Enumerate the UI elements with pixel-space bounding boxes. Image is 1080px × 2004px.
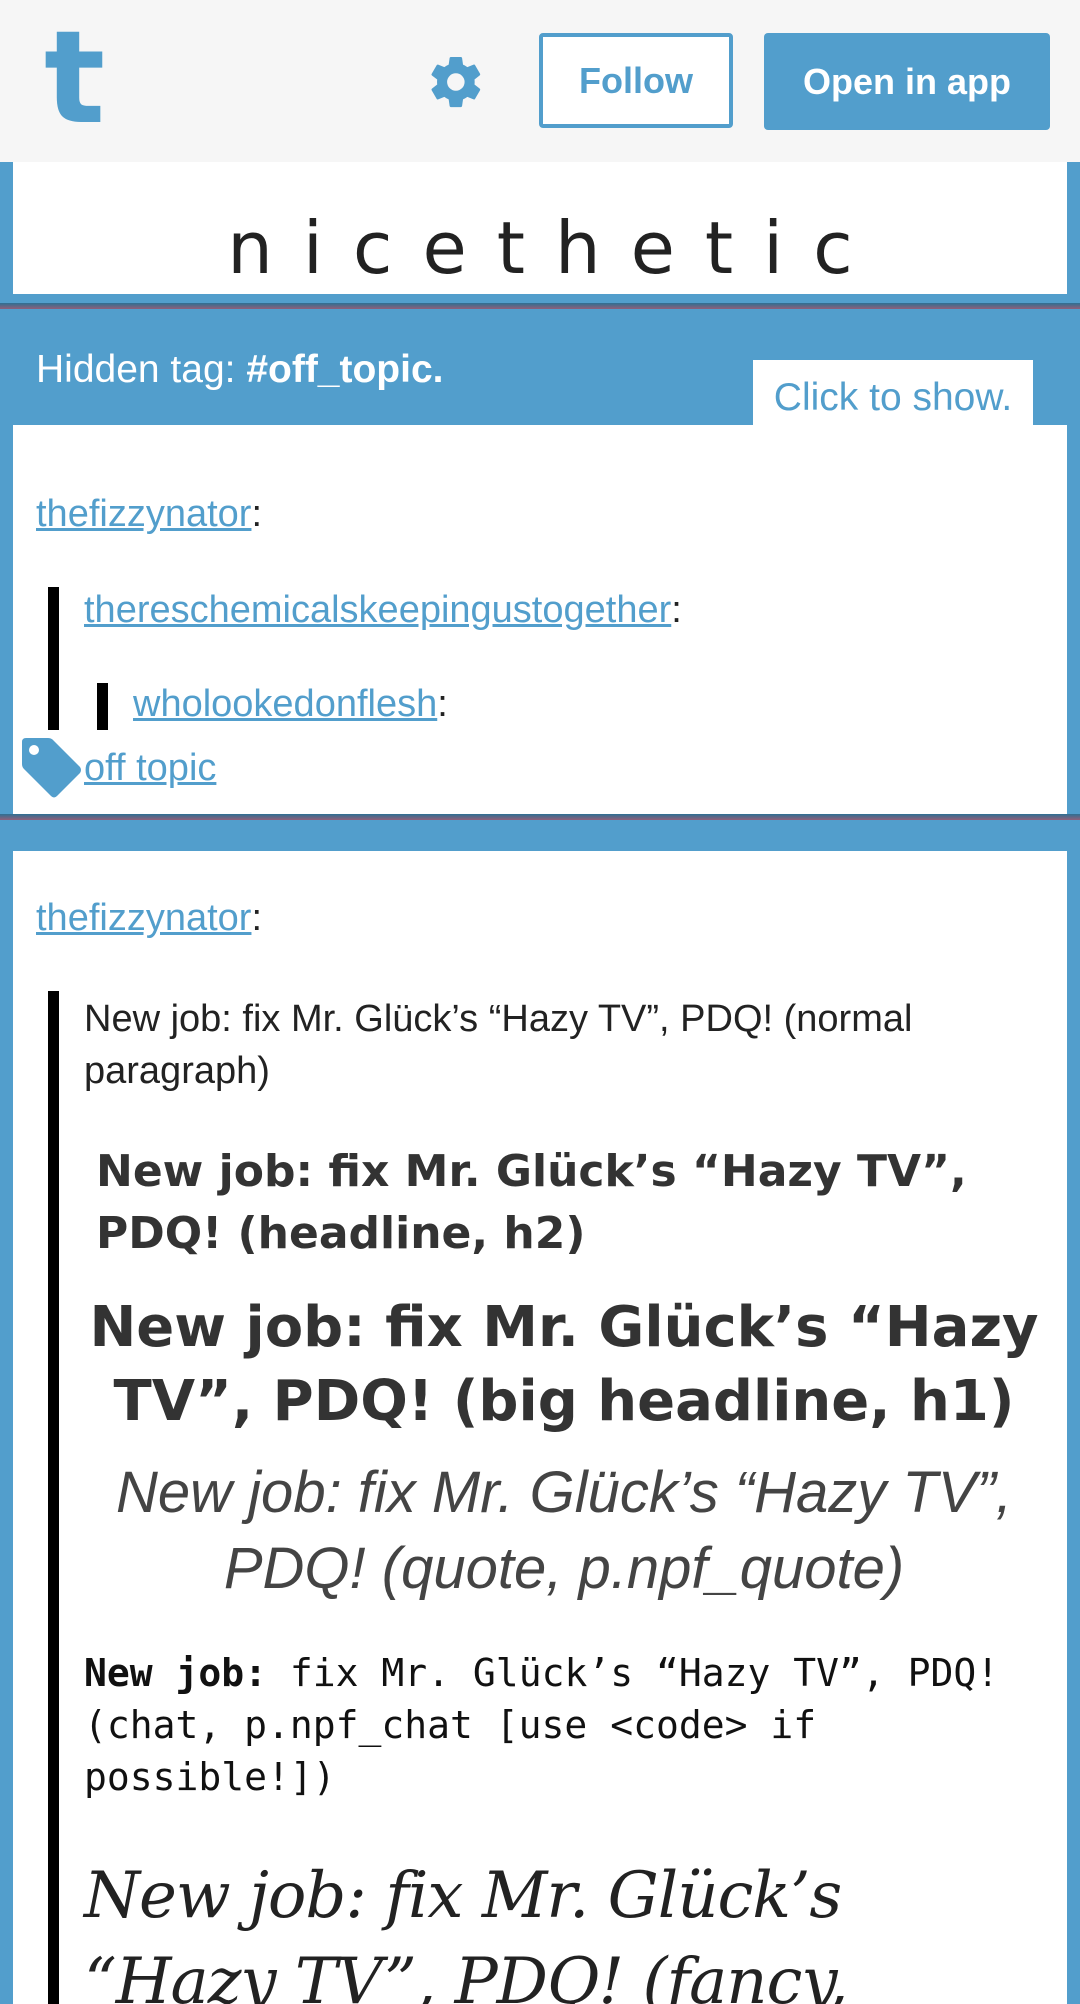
tag-row: off topic — [13, 730, 1067, 814]
chat-paragraph: New job: fix Mr. Glück’s “Hazy TV”, PDQ!… — [84, 1647, 1044, 1803]
post2-author-line: thefizzynator: — [36, 897, 262, 940]
divider — [0, 303, 1080, 309]
gear-icon[interactable] — [426, 52, 486, 112]
hidden-tag-name: #off_topic. — [246, 348, 444, 391]
open-in-app-button[interactable]: Open in app — [764, 33, 1050, 130]
post-text: thefizzynator: New job: fix Mr. Glück’s … — [13, 851, 1067, 2004]
reblog-bar — [48, 991, 59, 2004]
tag-link-off-topic[interactable]: off topic — [84, 747, 216, 790]
post-hidden: thefizzynator: thereschemicalskeepingust… — [13, 425, 1067, 814]
follow-button[interactable]: Follow — [539, 33, 733, 128]
colon: : — [671, 589, 682, 631]
post1-author-link[interactable]: thefizzynator — [36, 493, 251, 535]
headline-h1: New job: fix Mr. Glück’s “Hazy TV”, PDQ!… — [89, 1295, 1039, 1434]
tumblr-logo[interactable]: t — [44, 14, 105, 144]
reblog1-author-line: thereschemicalskeepingustogether: — [84, 589, 682, 632]
reblog-bar-nested — [97, 683, 108, 730]
reblog2-author-line: wholookedonflesh: — [133, 683, 448, 726]
colon: : — [437, 683, 448, 725]
quote-paragraph: New job: fix Mr. Glück’s “Hazy TV”, PDQ!… — [116, 1460, 1012, 1601]
colon: : — [251, 897, 263, 939]
top-bar: t Follow Open in app — [0, 0, 1080, 162]
post1-author-line: thefizzynator: — [36, 493, 262, 536]
hidden-tag-prefix: Hidden tag: — [36, 348, 247, 391]
post2-author-link[interactable]: thefizzynator — [36, 897, 251, 939]
hidden-tag-notice: Hidden tag: #off_topic. — [36, 348, 443, 392]
headline-h2: New job: fix Mr. Glück’s “Hazy TV”, PDQ!… — [96, 1146, 967, 1259]
reblog2-author-link[interactable]: wholookedonflesh — [133, 683, 437, 725]
reblog-bar — [48, 587, 59, 730]
chat-label: New job: — [84, 1651, 268, 1695]
normal-paragraph: New job: fix Mr. Glück’s “Hazy TV”, PDQ!… — [84, 998, 913, 1092]
fancy-paragraph: New job: fix Mr. Glück’s “Hazy TV”, PDQ!… — [84, 1859, 848, 2004]
divider — [0, 814, 1080, 820]
blog-title-card: nicethetic — [13, 162, 1067, 294]
colon: : — [251, 493, 263, 535]
blog-title[interactable]: nicethetic — [13, 208, 1067, 288]
reblog1-author-link[interactable]: thereschemicalskeepingustogether — [84, 589, 671, 631]
tag-icon — [22, 738, 81, 798]
